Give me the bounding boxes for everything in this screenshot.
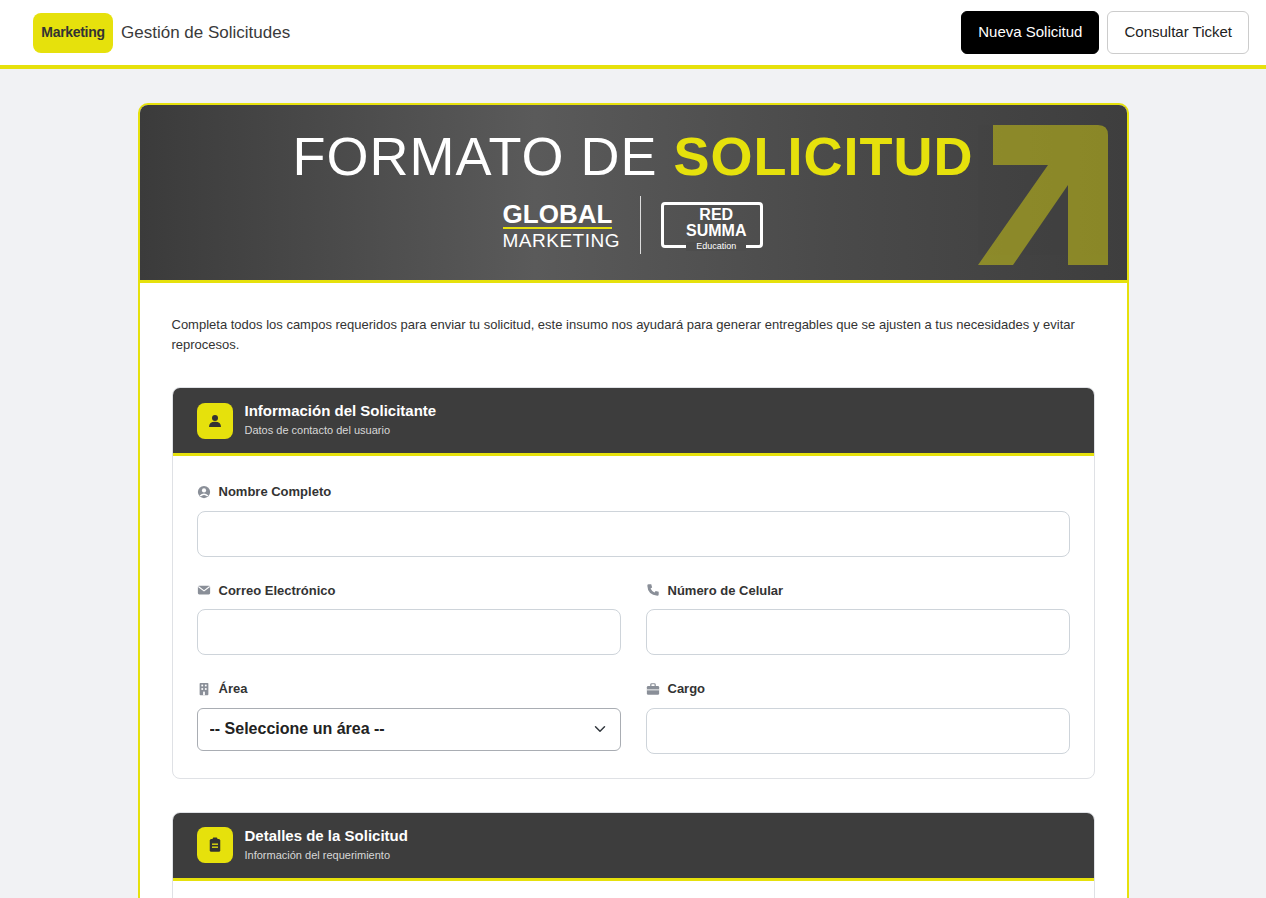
section-title: Información del Solicitante: [245, 402, 437, 420]
text-input[interactable]: [646, 609, 1070, 655]
envelope-icon: [197, 583, 211, 597]
section-icon-box: [197, 403, 233, 439]
brand-divider: [640, 196, 641, 254]
field-label-text: Correo Electrónico: [219, 581, 336, 601]
text-input[interactable]: [646, 708, 1070, 754]
section-heading: Información del Solicitante Datos de cont…: [245, 402, 437, 439]
arrow-icon: [973, 115, 1113, 275]
text-input[interactable]: [197, 511, 1070, 557]
brand: Marketing Gestión de Solicitudes: [33, 13, 290, 53]
field-grid: Nombre Completo Correo Electrónico Número …: [184, 482, 1082, 754]
banner: FORMATO DE SOLICITUD GLOBAL MARKETING REDSU…: [140, 105, 1127, 283]
banner-title-light: FORMATO DE: [292, 126, 657, 186]
top-navbar: Marketing Gestión de Solicitudes Nueva Sol…: [0, 0, 1266, 69]
area-select[interactable]: -- Seleccione un área --: [197, 708, 621, 751]
global-marketing-logo: GLOBAL MARKETING: [503, 201, 620, 250]
intro-text: Completa todos los campos requeridos par…: [172, 315, 1095, 355]
phone-icon: [646, 583, 660, 597]
form-field: Cargo: [633, 679, 1082, 754]
field-label: Correo Electrónico: [197, 581, 621, 601]
section-header: Información del Solicitante Datos de cont…: [173, 388, 1094, 456]
banner-title-bold: SOLICITUD: [674, 126, 974, 186]
brand-word: Education: [686, 242, 746, 251]
banner-brands: GLOBAL MARKETING REDSUMMA Education: [140, 196, 1127, 254]
briefcase-icon: [646, 682, 660, 696]
field-label: Nombre Completo: [197, 482, 1070, 502]
app-title: Gestión de Solicitudes: [121, 20, 290, 46]
field-label-text: Cargo: [668, 679, 706, 699]
form-field: Correo Electrónico: [184, 581, 633, 656]
section-subtitle: Datos de contacto del usuario: [245, 422, 437, 439]
section-subtitle: Información del requerimiento: [245, 847, 408, 864]
logo[interactable]: Marketing: [33, 13, 113, 53]
clipboard-icon: [206, 836, 224, 854]
section-title: Detalles de la Solicitud: [245, 827, 408, 845]
red-summa-logo: REDSUMMA Education: [661, 202, 763, 248]
brand-word: MARKETING: [503, 231, 620, 250]
section-heading: Detalles de la Solicitud Información del …: [245, 827, 408, 864]
nav-button[interactable]: Nueva Solicitud: [961, 11, 1099, 54]
building-icon: [197, 682, 211, 696]
request-form: FORMATO DE SOLICITUD GLOBAL MARKETING REDSU…: [138, 103, 1129, 898]
form-section: Detalles de la Solicitud Información del …: [172, 812, 1095, 898]
field-label-text: Número de Celular: [668, 581, 784, 601]
section-body: [173, 881, 1094, 898]
brand-word: RED: [686, 207, 746, 223]
section-icon-box: [197, 827, 233, 863]
field-label: Área: [197, 679, 621, 699]
user-icon: [206, 412, 224, 430]
form-body: Completa todos los campos requeridos par…: [140, 283, 1127, 898]
brand-word: SUMMA: [686, 223, 746, 239]
field-label: Cargo: [646, 679, 1070, 699]
field-label: Número de Celular: [646, 581, 1070, 601]
form-section: Información del Solicitante Datos de cont…: [172, 387, 1095, 779]
field-label-text: Área: [219, 679, 248, 699]
user-circle-icon: [197, 485, 211, 499]
form-field: Nombre Completo: [184, 482, 1082, 557]
text-input[interactable]: [197, 609, 621, 655]
section-body: Nombre Completo Correo Electrónico Número …: [173, 456, 1094, 778]
banner-title: FORMATO DE SOLICITUD: [140, 127, 1127, 186]
nav-button[interactable]: Consultar Ticket: [1107, 11, 1249, 54]
brand-word: GLOBAL: [503, 201, 613, 229]
section-header: Detalles de la Solicitud Información del …: [173, 813, 1094, 881]
field-label-text: Nombre Completo: [219, 482, 332, 502]
nav-actions: Nueva SolicitudConsultar Ticket: [961, 11, 1249, 54]
form-field: Área -- Seleccione un área --: [184, 679, 633, 754]
form-field: Número de Celular: [633, 581, 1082, 656]
